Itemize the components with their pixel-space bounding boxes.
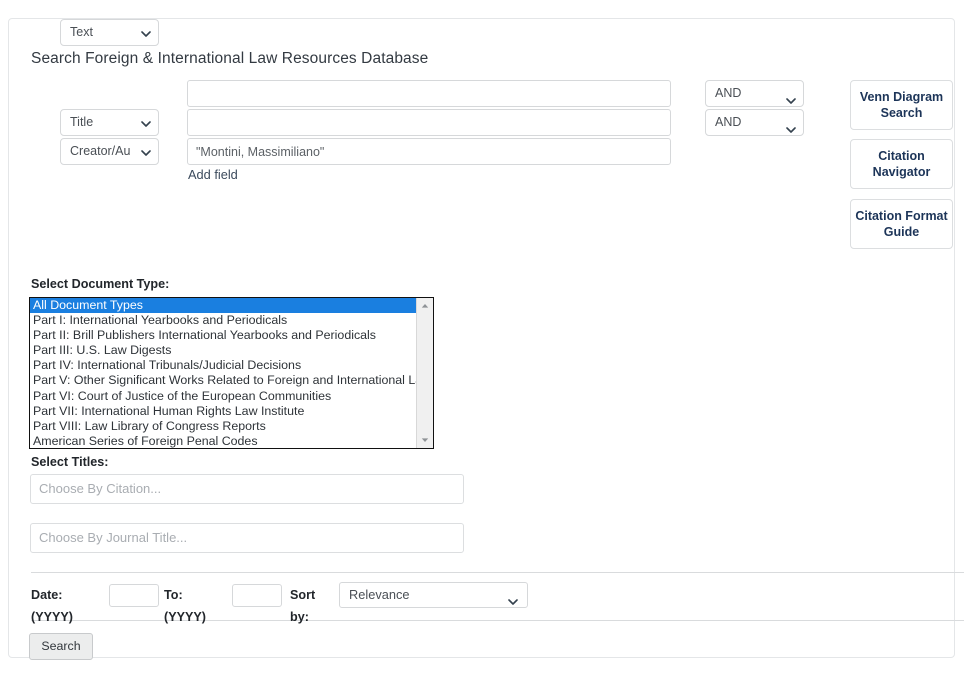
- sort-by-select-label: Relevance: [349, 587, 410, 602]
- boolean-operator-select-1-label: AND: [715, 86, 742, 100]
- search-term-input-2[interactable]: [187, 109, 671, 136]
- sort-by-select[interactable]: Relevance: [339, 582, 528, 608]
- divider-top: [31, 572, 964, 573]
- field-type-select-3-label: Creator/Au: [70, 144, 131, 158]
- field-type-select-1-label: Text: [70, 25, 93, 39]
- list-item[interactable]: Part VII: International Human Rights Law…: [30, 404, 416, 419]
- field-type-select-2[interactable]: Title: [60, 109, 159, 136]
- scroll-up-arrow-icon[interactable]: [417, 298, 433, 314]
- boolean-operator-select-2-label: AND: [715, 115, 742, 129]
- boolean-operator-select-2[interactable]: AND: [705, 109, 804, 136]
- list-item[interactable]: Part VIII: Law Library of Congress Repor…: [30, 419, 416, 434]
- field-type-select-2-label: Title: [70, 115, 94, 129]
- list-item[interactable]: American Series of Foreign Penal Codes: [30, 434, 416, 448]
- select-titles-label: Select Titles:: [31, 455, 109, 469]
- document-type-listbox[interactable]: All Document Types Part I: International…: [29, 297, 434, 449]
- scroll-down-arrow-icon[interactable]: [417, 432, 433, 448]
- date-to-label: To: (YYYY): [164, 588, 206, 624]
- search-button[interactable]: Search: [29, 633, 93, 660]
- boolean-operator-select-1[interactable]: AND: [705, 80, 804, 107]
- chevron-down-icon: [141, 148, 151, 157]
- choose-by-citation-select[interactable]: Choose By Citation...: [30, 474, 464, 504]
- choose-by-journal-title-select[interactable]: Choose By Journal Title...: [30, 523, 464, 553]
- field-type-select-3[interactable]: Creator/Au: [60, 138, 159, 165]
- venn-diagram-search-button[interactable]: Venn Diagram Search: [850, 80, 953, 130]
- add-field-link[interactable]: Add field: [188, 167, 238, 182]
- list-item[interactable]: Part VI: Court of Justice of the Europea…: [30, 389, 416, 404]
- search-panel: Search Foreign & International Law Resou…: [8, 18, 964, 660]
- chevron-down-icon: [141, 119, 151, 128]
- citation-navigator-button[interactable]: Citation Navigator: [850, 139, 953, 189]
- date-from-label: Date: (YYYY): [31, 588, 73, 624]
- page-title: Search Foreign & International Law Resou…: [31, 50, 429, 67]
- chevron-down-icon: [508, 591, 518, 605]
- document-type-label: Select Document Type:: [31, 277, 170, 291]
- list-item[interactable]: Part III: U.S. Law Digests: [30, 343, 416, 358]
- date-to-input[interactable]: [232, 584, 282, 607]
- list-item[interactable]: Part V: Other Significant Works Related …: [30, 373, 416, 388]
- list-item[interactable]: All Document Types: [30, 298, 416, 314]
- citation-format-guide-button[interactable]: Citation Format Guide: [850, 199, 953, 249]
- search-term-input-3[interactable]: [187, 138, 671, 165]
- search-term-input-1[interactable]: [187, 80, 671, 107]
- list-item[interactable]: Part II: Brill Publishers International …: [30, 328, 416, 343]
- field-type-select-1[interactable]: Text: [60, 19, 159, 46]
- list-item[interactable]: Part I: International Yearbooks and Peri…: [30, 313, 416, 328]
- chevron-down-icon: [786, 90, 796, 104]
- listbox-scrollbar[interactable]: [416, 298, 433, 448]
- chevron-down-icon: [141, 29, 151, 38]
- page-root: Search Foreign & International Law Resou…: [0, 0, 964, 682]
- chevron-down-icon: [786, 119, 796, 133]
- document-type-options: All Document Types Part I: International…: [30, 298, 416, 448]
- date-from-input[interactable]: [109, 584, 159, 607]
- list-item[interactable]: Part IV: International Tribunals/Judicia…: [30, 358, 416, 373]
- sort-by-label: Sort by:: [290, 588, 316, 624]
